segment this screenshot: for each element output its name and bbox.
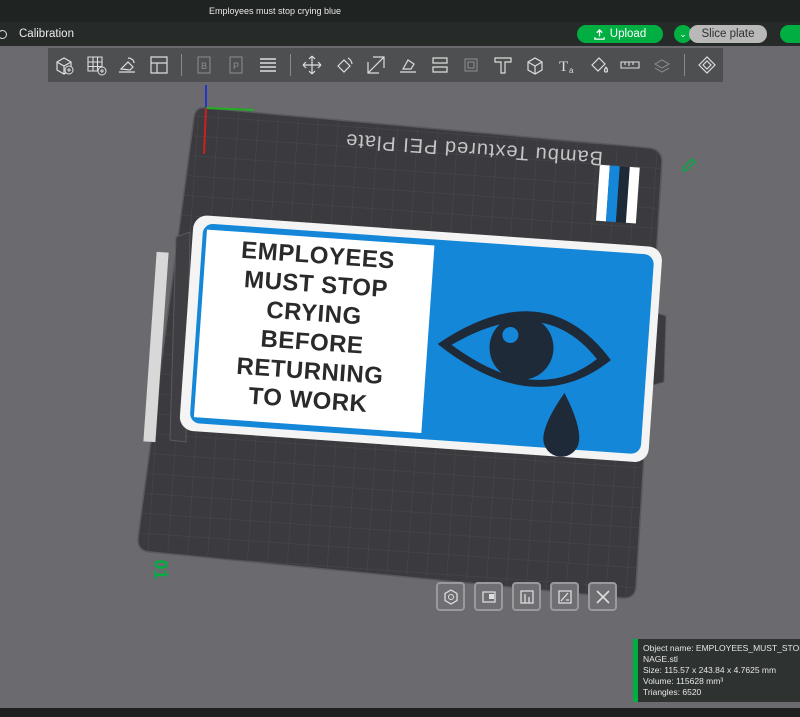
cut-icon[interactable] <box>428 53 452 77</box>
svg-text:P: P <box>233 61 239 71</box>
variable-layer-icon[interactable] <box>695 53 719 77</box>
scale-icon[interactable] <box>364 53 388 77</box>
add-object-icon[interactable] <box>52 53 76 77</box>
assembly-icon <box>650 53 674 77</box>
move-icon[interactable] <box>301 53 325 77</box>
main-toolbar: B P Ta <box>48 48 723 82</box>
object-name: Object name: EMPLOYEES_MUST_STOP_CRYING_… <box>643 643 800 653</box>
plate-number: 01 <box>150 559 171 580</box>
status-strip <box>0 708 800 717</box>
hexagon-gear-icon <box>443 588 458 605</box>
place-on-face-icon[interactable] <box>396 53 420 77</box>
3d-viewport[interactable]: Bambu Textured PEI Plate EMPLOYEES MUST … <box>0 82 800 717</box>
upload-label: Upload <box>609 28 647 40</box>
print-dropdown-button[interactable] <box>780 25 800 43</box>
arrange-icon <box>519 589 534 604</box>
measure-icon[interactable] <box>619 53 643 77</box>
dim-tool-1-icon: B <box>192 53 216 77</box>
upload-button[interactable]: Upload <box>577 25 663 43</box>
object-name-continued: NAGE.stl <box>643 654 678 664</box>
sign-text: EMPLOYEES MUST STOP CRYING BEFORE RETURN… <box>193 233 433 422</box>
plate-tools <box>436 582 617 611</box>
calibration-tab[interactable]: Calibration <box>19 28 74 40</box>
calibration-icon[interactable] <box>0 29 7 39</box>
window-titlebar: Employees must stop crying blue <box>0 0 800 23</box>
upload-icon <box>594 28 605 40</box>
arrange-grid-icon[interactable] <box>84 53 108 77</box>
plate-layout-icon[interactable] <box>147 53 171 77</box>
lock-icon <box>481 590 496 603</box>
object-triangles: Triangles: 6520 <box>643 687 702 697</box>
object-volume: Volume: 115628 mm³ <box>643 676 724 686</box>
text-icon[interactable]: Ta <box>555 53 579 77</box>
filament-swatch <box>595 164 640 224</box>
plate-edit-icon[interactable] <box>680 156 698 174</box>
arrange-plate-button[interactable] <box>512 582 541 611</box>
svg-text:T: T <box>559 59 568 75</box>
toolbar-separator <box>684 54 686 76</box>
orient-plate-icon <box>557 589 572 604</box>
toolbar-separator <box>181 54 183 76</box>
seam-paint-icon[interactable] <box>523 53 547 77</box>
delete-plate-button[interactable] <box>588 582 617 611</box>
support-paint-icon[interactable] <box>491 53 515 77</box>
layers-icon[interactable] <box>256 53 280 77</box>
svg-text:B: B <box>201 61 207 71</box>
plate-settings-button[interactable] <box>436 582 465 611</box>
window-title: Employees must stop crying blue <box>208 6 342 16</box>
close-icon <box>595 589 610 604</box>
slice-plate-button[interactable]: Slice plate <box>689 25 767 43</box>
object-info-panel: Object name: EMPLOYEES_MUST_STOP_CRYING_… <box>633 639 800 702</box>
lock-plate-button[interactable] <box>474 582 503 611</box>
chevron-down-icon: ⌄ <box>679 28 687 39</box>
dim-tool-2-icon: P <box>224 53 248 77</box>
orient-icon[interactable] <box>116 53 140 77</box>
object-size: Size: 115.57 x 243.84 x 4.7625 mm <box>643 665 777 675</box>
dim-tool-3-icon <box>460 53 484 77</box>
auto-orient-button[interactable] <box>550 582 579 611</box>
rotate-icon[interactable] <box>332 53 356 77</box>
color-paint-icon[interactable] <box>587 53 611 77</box>
svg-text:a: a <box>569 66 574 75</box>
top-bar: Calibration Upload ⌄ Slice plate <box>0 22 800 46</box>
slice-plate-label: Slice plate <box>701 28 755 40</box>
toolbar-separator <box>289 54 291 76</box>
